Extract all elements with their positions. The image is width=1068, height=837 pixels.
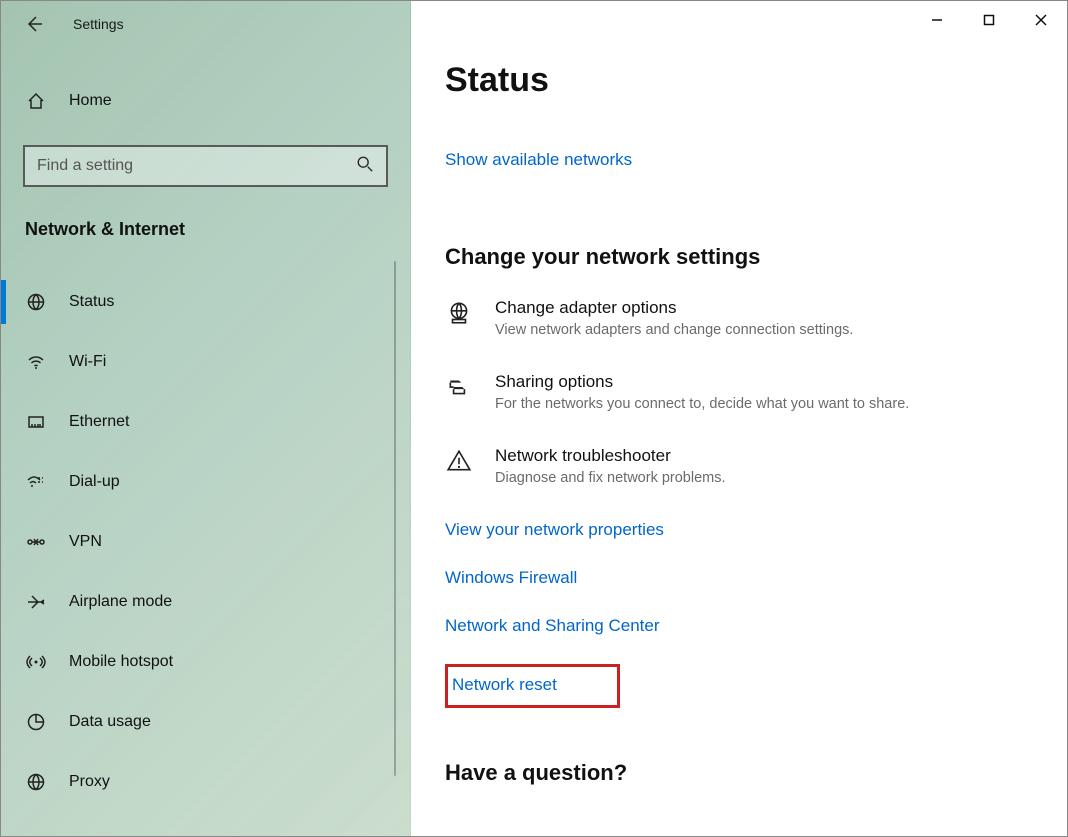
sidebar-nav: Status Wi-Fi Ethernet Dial-up — [1, 272, 410, 812]
search-input[interactable] — [37, 157, 346, 175]
sharing-icon — [445, 374, 473, 400]
link-show-networks[interactable]: Show available networks — [445, 150, 632, 170]
back-button[interactable] — [23, 13, 45, 35]
search-icon — [356, 155, 374, 178]
sidebar-item-ethernet[interactable]: Ethernet — [1, 392, 410, 452]
footer-heading: Have a question? — [445, 760, 1067, 786]
app-title: Settings — [73, 16, 124, 32]
window-close-button[interactable] — [1015, 1, 1067, 39]
window-minimize-button[interactable] — [911, 1, 963, 39]
hotspot-icon — [25, 652, 47, 672]
page-title: Status — [445, 61, 1067, 100]
row-title: Network troubleshooter — [495, 446, 726, 466]
vpn-icon — [25, 532, 47, 552]
settings-sidebar: Settings Home Network & Internet Status — [1, 1, 411, 836]
proxy-icon — [25, 772, 47, 792]
sidebar-item-label: Ethernet — [69, 413, 129, 431]
ethernet-icon — [25, 412, 47, 432]
sidebar-item-label: Dial-up — [69, 473, 120, 491]
sidebar-item-vpn[interactable]: VPN — [1, 512, 410, 572]
row-title: Change adapter options — [495, 298, 853, 318]
row-desc: For the networks you connect to, decide … — [495, 396, 909, 412]
sidebar-item-label: Data usage — [69, 713, 151, 731]
sidebar-section-label: Network & Internet — [1, 205, 410, 260]
sidebar-item-label: Airplane mode — [69, 593, 172, 611]
sidebar-home-label: Home — [69, 92, 112, 110]
window-maximize-button[interactable] — [963, 1, 1015, 39]
highlight-network-reset: Network reset — [445, 664, 620, 708]
sidebar-item-proxy[interactable]: Proxy — [1, 752, 410, 812]
sidebar-item-label: Proxy — [69, 773, 110, 791]
titlebar-left: Settings — [1, 1, 410, 47]
main-content: Status Show available networks Change yo… — [411, 1, 1067, 836]
adapter-icon — [445, 300, 473, 326]
home-icon — [25, 91, 47, 111]
sidebar-item-wifi[interactable]: Wi-Fi — [1, 332, 410, 392]
link-windows-firewall[interactable]: Windows Firewall — [445, 568, 1067, 588]
sidebar-item-label: VPN — [69, 533, 102, 551]
row-desc: View network adapters and change connect… — [495, 322, 853, 338]
sidebar-item-airplane[interactable]: Airplane mode — [1, 572, 410, 632]
link-sharing-center[interactable]: Network and Sharing Center — [445, 616, 1067, 636]
section-heading-change: Change your network settings — [445, 244, 1067, 270]
wifi-icon — [25, 352, 47, 372]
sidebar-scrollbar[interactable] — [394, 261, 396, 776]
dialup-icon — [25, 472, 47, 492]
link-network-reset[interactable]: Network reset — [448, 675, 557, 695]
datausage-icon — [25, 712, 47, 732]
row-sharing-options[interactable]: Sharing options For the networks you con… — [445, 372, 1067, 412]
sidebar-search[interactable] — [23, 145, 388, 187]
row-troubleshooter[interactable]: Network troubleshooter Diagnose and fix … — [445, 446, 1067, 486]
sidebar-item-status[interactable]: Status — [1, 272, 410, 332]
warning-icon — [445, 448, 473, 474]
sidebar-item-label: Status — [69, 293, 114, 311]
link-network-properties[interactable]: View your network properties — [445, 520, 1067, 540]
sidebar-item-label: Mobile hotspot — [69, 653, 173, 671]
window-controls — [911, 1, 1067, 39]
sidebar-item-datausage[interactable]: Data usage — [1, 692, 410, 752]
sidebar-item-dialup[interactable]: Dial-up — [1, 452, 410, 512]
links-stack: View your network properties Windows Fir… — [445, 520, 1067, 708]
row-desc: Diagnose and fix network problems. — [495, 470, 726, 486]
globe-icon — [25, 292, 47, 312]
sidebar-item-hotspot[interactable]: Mobile hotspot — [1, 632, 410, 692]
sidebar-home[interactable]: Home — [1, 71, 410, 131]
row-adapter-options[interactable]: Change adapter options View network adap… — [445, 298, 1067, 338]
row-title: Sharing options — [495, 372, 909, 392]
airplane-icon — [25, 592, 47, 612]
sidebar-item-label: Wi-Fi — [69, 353, 106, 371]
